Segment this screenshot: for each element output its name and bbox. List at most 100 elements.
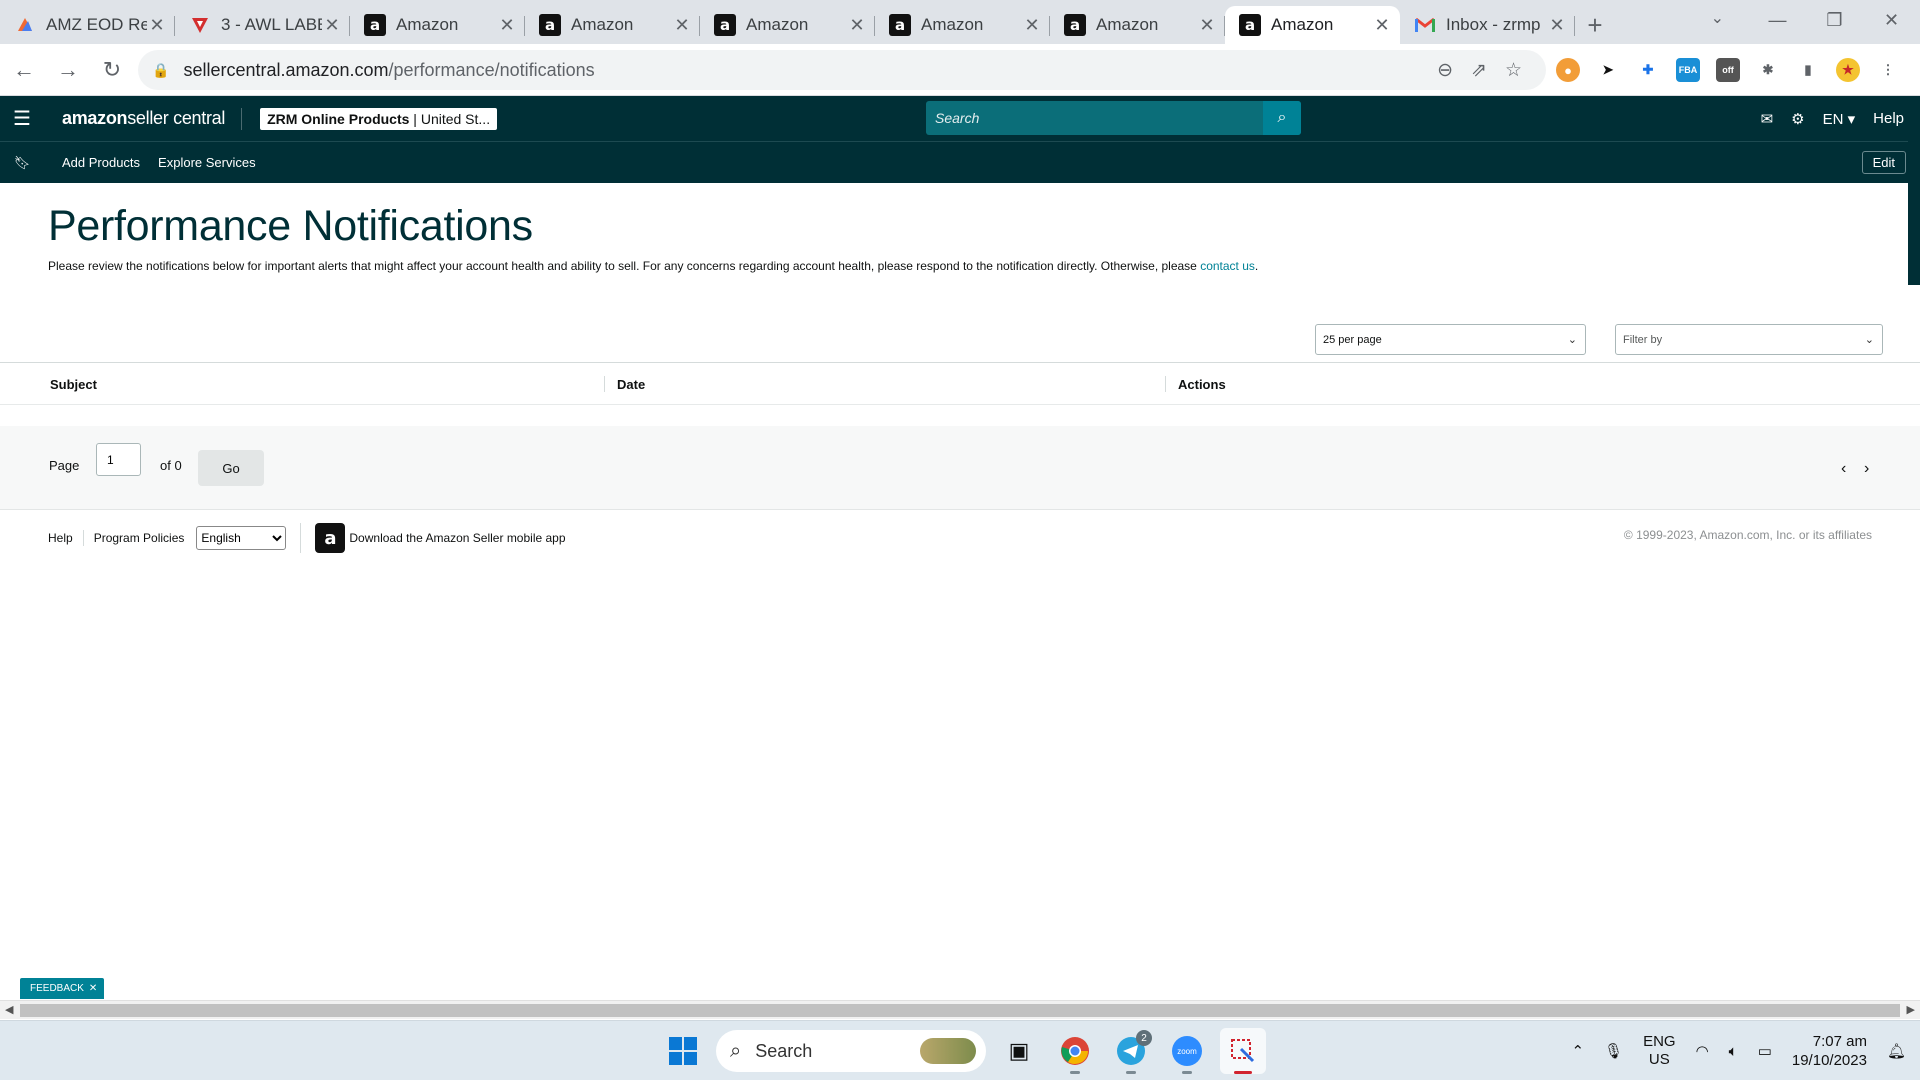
notifications-icon[interactable]: 🔔︎ <box>1887 1042 1906 1060</box>
share-icon[interactable]: ⇗ <box>1471 59 1487 82</box>
address-bar[interactable]: 🔒 sellercentral.amazon.com/performance/n… <box>138 50 1546 90</box>
tab-search-chevron-icon[interactable]: ⌄ <box>1711 8 1724 28</box>
battery-icon[interactable]: ▭ <box>1758 1042 1772 1060</box>
explore-services-link[interactable]: Explore Services <box>158 155 256 170</box>
close-tab-icon[interactable]: ✕ <box>1372 15 1392 36</box>
bookmark-star-icon[interactable]: ☆ <box>1505 59 1522 82</box>
scroll-left-icon[interactable]: ◀ <box>5 1003 13 1016</box>
browser-tab[interactable]: a Amazon ✕ <box>350 6 525 44</box>
footer-language-select[interactable]: English <box>196 526 287 550</box>
mail-icon[interactable]: ✉ <box>1761 110 1774 128</box>
help-link[interactable]: Help <box>1873 110 1904 127</box>
column-actions[interactable]: Actions <box>1165 363 1226 405</box>
side-drawer-handle[interactable] <box>1908 125 1920 285</box>
gear-icon[interactable]: ⚙ <box>1791 110 1804 128</box>
telegram-icon[interactable]: 2 <box>1108 1028 1154 1074</box>
page-label: Page <box>49 458 80 473</box>
browser-tab[interactable]: a Amazon ✕ <box>525 6 700 44</box>
wifi-icon[interactable]: ◠ <box>1696 1042 1709 1060</box>
zoom-icon[interactable]: zoom <box>1164 1028 1210 1074</box>
seller-search-input[interactable] <box>926 101 1263 135</box>
browser-tab[interactable]: a Amazon ✕ <box>1050 6 1225 44</box>
close-tab-icon[interactable]: ✕ <box>147 15 167 36</box>
footer-help-link[interactable]: Help <box>48 530 84 546</box>
close-tab-icon[interactable]: ✕ <box>1197 15 1217 36</box>
previous-page-icon[interactable]: ‹ <box>1841 460 1846 478</box>
volume-icon[interactable]: 🔈︎ <box>1729 1043 1738 1060</box>
chrome-icon[interactable] <box>1052 1028 1098 1074</box>
start-icon[interactable] <box>660 1028 706 1074</box>
zoom-out-icon[interactable]: ⊖ <box>1437 59 1453 82</box>
filter-select[interactable]: Filter by ⌄ <box>1615 324 1883 355</box>
page-title: Performance Notifications <box>48 202 533 250</box>
forward-icon[interactable]: → <box>48 50 88 90</box>
edit-nav-button[interactable]: Edit <box>1861 151 1906 174</box>
extension-off-label: off <box>1722 65 1734 75</box>
fba-extension-icon[interactable]: FBA <box>1676 58 1700 82</box>
browser-tab[interactable]: AMZ EOD Re ✕ <box>0 6 175 44</box>
close-tab-icon[interactable]: ✕ <box>1022 15 1042 36</box>
close-window-icon[interactable]: ✕ <box>1863 0 1920 40</box>
browser-tab[interactable]: a Amazon ✕ <box>875 6 1050 44</box>
clock-date: 19/10/2023 <box>1791 1052 1867 1069</box>
restore-icon[interactable]: ❐ <box>1806 0 1863 40</box>
page-of-label: of 0 <box>160 458 182 473</box>
snipping-tool-icon[interactable] <box>1220 1028 1266 1074</box>
column-date[interactable]: Date <box>603 363 645 405</box>
extension-off-icon[interactable]: off <box>1716 58 1740 82</box>
extension-orange-icon[interactable]: ● <box>1556 58 1580 82</box>
task-view-icon[interactable]: ▣ <box>996 1028 1042 1074</box>
close-tab-icon[interactable]: ✕ <box>497 15 517 36</box>
browser-tab[interactable]: Inbox - zrmp ✕ <box>1400 6 1575 44</box>
account-switcher[interactable]: ZRM Online Products | United St... <box>260 107 498 130</box>
side-panel-icon[interactable]: ▮ <box>1796 58 1820 82</box>
next-page-icon[interactable]: › <box>1864 460 1869 478</box>
program-policies-link[interactable]: Program Policies <box>94 531 185 545</box>
contact-us-link[interactable]: contact us <box>1200 259 1255 273</box>
lock-icon[interactable]: 🔒 <box>152 62 169 79</box>
feedback-label: FEEDBACK <box>30 983 84 994</box>
extensions-puzzle-icon[interactable]: ✱ <box>1756 58 1780 82</box>
tab-title: Amazon <box>921 15 984 34</box>
clock[interactable]: 7:07 am 19/10/2023 <box>1792 1032 1867 1070</box>
taskbar-search[interactable]: ⌕ Search <box>716 1030 986 1072</box>
scroll-right-icon[interactable]: ▶ <box>1907 1003 1915 1016</box>
profile-avatar-icon[interactable]: ★ <box>1836 58 1860 82</box>
bookmark-icon[interactable]: 🔖︎ <box>0 155 44 171</box>
input-language[interactable]: ENG US <box>1643 1033 1676 1069</box>
show-hidden-icons-icon[interactable]: ⌃ <box>1571 1042 1584 1060</box>
go-button[interactable]: Go <box>198 450 264 486</box>
clock-time: 7:07 am <box>1812 1033 1867 1050</box>
close-tab-icon[interactable]: ✕ <box>847 15 867 36</box>
reload-icon[interactable]: ↻ <box>92 50 132 90</box>
hamburger-menu-icon[interactable]: ☰ <box>0 96 44 141</box>
back-icon[interactable]: ← <box>4 50 44 90</box>
page-number-input[interactable] <box>96 443 141 476</box>
close-icon[interactable]: ✕ <box>89 983 97 994</box>
browser-tab[interactable]: a Amazon ✕ <box>700 6 875 44</box>
browser-tab-active[interactable]: a Amazon ✕ <box>1225 6 1400 44</box>
url-text[interactable]: sellercentral.amazon.com/performance/not… <box>183 60 594 81</box>
close-tab-icon[interactable]: ✕ <box>322 15 342 36</box>
browser-tab[interactable]: 3 - AWL LABE ✕ <box>175 6 350 44</box>
page-intro: Please review the notifications below fo… <box>48 259 1259 273</box>
browser-menu-icon[interactable]: ⋮ <box>1876 58 1900 82</box>
close-tab-icon[interactable]: ✕ <box>672 15 692 36</box>
language-selector[interactable]: EN ▾ <box>1823 110 1856 128</box>
extension-blue-icon[interactable]: ✚ <box>1636 58 1660 82</box>
scrollbar-thumb[interactable] <box>20 1004 1900 1017</box>
minimize-icon[interactable]: — <box>1749 0 1806 40</box>
feedback-tab[interactable]: FEEDBACK ✕ <box>20 978 105 999</box>
column-subject[interactable]: Subject <box>50 363 97 405</box>
per-page-value: 25 per page <box>1323 333 1382 346</box>
microphone-icon[interactable]: 🎙︎ <box>1604 1042 1623 1060</box>
horizontal-scrollbar[interactable]: ◀ ▶ <box>0 1000 1920 1019</box>
extension-arrow-icon[interactable]: ➤ <box>1596 58 1620 82</box>
search-icon[interactable]: ⌕ <box>1263 101 1301 135</box>
add-products-link[interactable]: Add Products <box>62 155 140 170</box>
per-page-select[interactable]: 25 per page ⌄ <box>1315 324 1586 355</box>
new-tab-button[interactable]: + <box>1575 6 1615 44</box>
seller-central-logo[interactable]: amazon seller central <box>62 107 243 130</box>
close-tab-icon[interactable]: ✕ <box>1547 15 1567 36</box>
mobile-app-link[interactable]: a Download the Amazon Seller mobile app <box>300 523 566 553</box>
